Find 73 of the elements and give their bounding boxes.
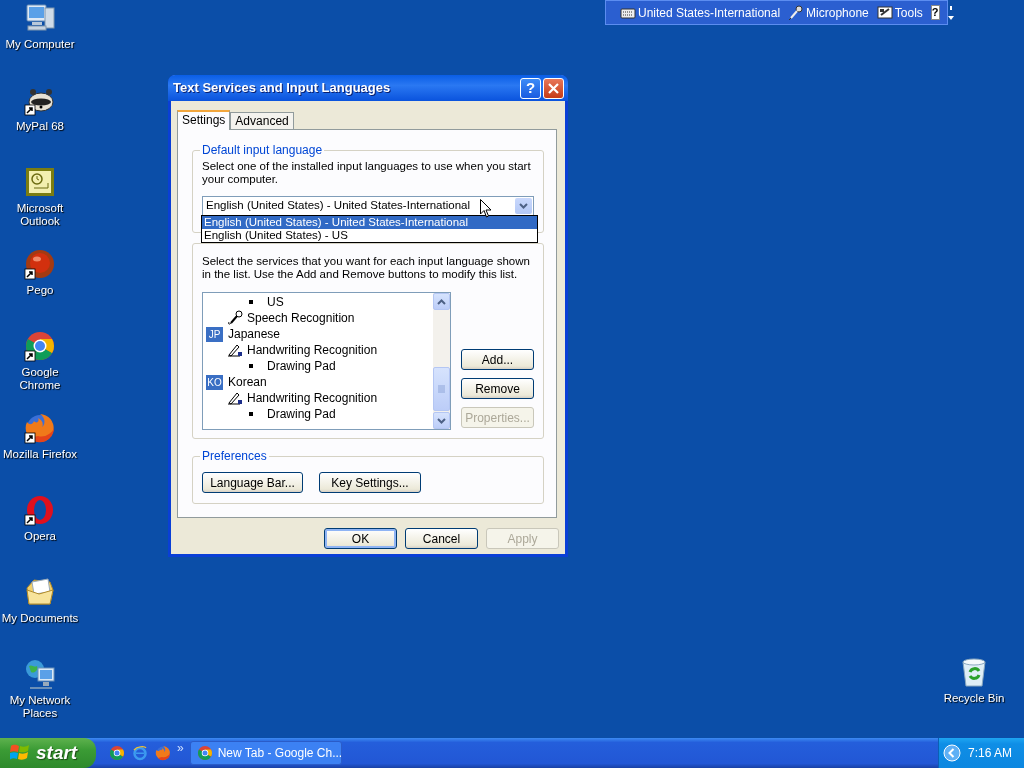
clock: 7:16 AM — [968, 745, 1013, 762]
group-legend: Default input language — [200, 143, 325, 157]
task-label: New Tab - Google Ch... — [217, 745, 343, 762]
start-button[interactable]: start — [0, 738, 96, 768]
ring-icon[interactable] — [24, 494, 56, 526]
icon-label[interactable]: Pego — [26, 284, 54, 297]
description-text: Select the services that you want for each input language shown in the list. Use the Add and Remove buttons to modify this list. — [202, 255, 531, 281]
computer-icon[interactable] — [24, 2, 56, 34]
language-bar-item[interactable]: United States-International — [638, 3, 781, 22]
language-bar-item[interactable]: Tools — [894, 3, 923, 22]
pen-icon — [227, 342, 243, 358]
icon-label[interactable]: Google Chrome — [0, 366, 80, 392]
chevron-down-icon[interactable] — [519, 203, 528, 209]
pen-icon — [227, 390, 243, 406]
bullet-icon — [249, 412, 253, 416]
more-button[interactable]: » — [177, 739, 184, 757]
bullet-icon — [249, 300, 253, 304]
icon-label[interactable]: Mozilla Firefox — [2, 448, 78, 461]
list-item[interactable]: Speech Recognition — [247, 309, 355, 327]
tab[interactable]: Advanced — [230, 112, 294, 129]
button[interactable]: Language Bar... — [202, 472, 303, 493]
close-icon[interactable] — [548, 82, 559, 94]
language-badge: JP — [206, 326, 223, 342]
close-button[interactable] — [543, 77, 564, 99]
description-text: Select one of the installed input languages to use when you start your computer. — [202, 160, 532, 186]
browser-icon[interactable] — [24, 412, 56, 444]
button[interactable]: OK — [324, 528, 397, 549]
icon-label[interactable]: My Computer — [5, 38, 75, 51]
list-item[interactable]: Handwriting Recognition — [247, 389, 378, 407]
taskbar-button[interactable]: New Tab - Google Ch... — [189, 741, 342, 765]
scroll-thumb[interactable] — [433, 367, 450, 411]
list-item[interactable]: Drawing Pad — [267, 357, 336, 375]
language-bar-item[interactable]: Microphone — [806, 3, 869, 22]
icon-label[interactable]: Microsoft Outlook — [0, 202, 80, 228]
help-button[interactable]: ? — [930, 5, 940, 20]
scroll-up-button[interactable] — [433, 293, 450, 310]
icon-label[interactable]: MyPal 68 — [16, 120, 64, 133]
dropdown-option[interactable]: English (United States) - US — [202, 229, 537, 242]
icon-label[interactable]: My Network Places — [0, 694, 80, 720]
folder-icon[interactable] — [24, 576, 56, 608]
tools-icon[interactable] — [876, 4, 893, 21]
grip-icon[interactable] — [438, 385, 445, 393]
button[interactable]: Key Settings... — [319, 472, 421, 493]
scrollbar[interactable] — [433, 293, 450, 429]
microphone-icon[interactable] — [788, 4, 805, 21]
scroll-down-button[interactable] — [433, 412, 450, 429]
microphone-icon — [227, 310, 243, 326]
language-badge: KO — [206, 374, 223, 390]
network-icon[interactable] — [24, 658, 56, 690]
list-item[interactable]: US — [267, 293, 284, 311]
button[interactable]: Add... — [461, 349, 534, 370]
list-item[interactable]: Korean — [228, 373, 267, 391]
group-legend: Preferences — [200, 449, 269, 463]
calendar-icon[interactable] — [24, 166, 56, 198]
chevron-left-icon[interactable] — [943, 744, 961, 762]
window-title: Text Services and Input Languages — [173, 79, 392, 98]
list-item[interactable]: Drawing Pad — [267, 405, 336, 423]
list-item[interactable]: Handwriting Recognition — [247, 341, 378, 359]
icon-label[interactable]: My Documents — [1, 612, 79, 625]
options-icon[interactable] — [947, 4, 954, 21]
button[interactable]: Remove — [461, 378, 534, 399]
help-button[interactable]: ? — [520, 77, 541, 99]
ball-icon[interactable] — [24, 248, 56, 280]
browser-icon — [196, 745, 213, 761]
icon-label[interactable]: Opera — [24, 530, 56, 543]
button[interactable]: Cancel — [405, 528, 478, 549]
list-item[interactable]: Japanese — [228, 325, 281, 343]
bullet-icon — [249, 364, 253, 368]
language-dropdown[interactable]: English (United States) - United States-International — [202, 196, 534, 216]
icon-label[interactable]: Recycle Bin — [943, 692, 1005, 705]
dropdown-option[interactable]: English (United States) - United States-International — [202, 216, 537, 229]
tab[interactable]: Settings — [177, 110, 231, 130]
browser-icon[interactable] — [24, 330, 56, 362]
